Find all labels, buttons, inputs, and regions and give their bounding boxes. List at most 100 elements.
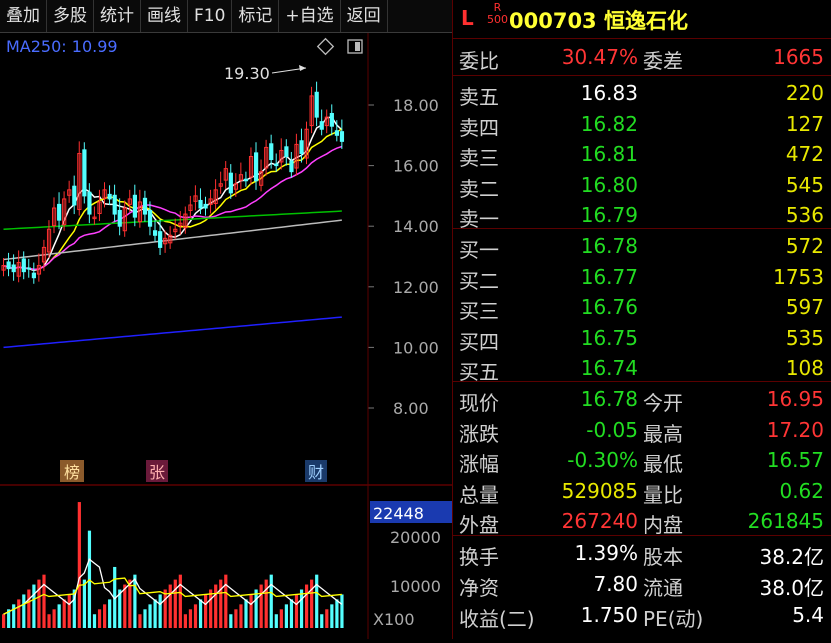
volume-bar — [209, 589, 213, 628]
fund-value: 38.0亿 — [759, 576, 824, 600]
price-tick: 14.00 — [393, 217, 439, 236]
ask-label: 卖五 — [459, 85, 499, 109]
volume-bar — [198, 599, 203, 628]
add-watchlist-button[interactable]: +自选 — [279, 0, 341, 32]
r-tag-sub: 500 — [487, 13, 508, 26]
statistics-button[interactable]: 统计 — [94, 0, 141, 32]
ma250-line — [3, 316, 342, 349]
stat-label: 今开 — [643, 391, 683, 415]
fund-row: 净资 7.80 流通 38.0亿 — [453, 569, 831, 600]
ask-volume: 545 — [785, 172, 824, 197]
stat-row: 现价 16.78 今开 16.95 — [453, 384, 831, 415]
volume-bar — [178, 574, 182, 628]
stat-label: 最低 — [643, 452, 683, 476]
candle-body — [82, 149, 87, 197]
stat-label: 现价 — [459, 391, 499, 415]
stat-row: 总量 529085 量比 0.62 — [453, 476, 831, 507]
candle-body — [11, 264, 16, 273]
stat-label: 最高 — [643, 421, 683, 446]
stock-code[interactable]: 000703 — [509, 9, 597, 33]
volume-bar — [143, 609, 147, 628]
volume-bar — [108, 599, 112, 628]
volume-bar — [62, 599, 66, 628]
volume-bar — [289, 599, 294, 628]
candle-body — [254, 152, 259, 182]
ask-row: 卖四 16.82 127 — [453, 109, 831, 140]
candle-body — [147, 209, 153, 227]
stat-value: 17.20 — [766, 417, 824, 442]
diamond-icon[interactable] — [316, 37, 335, 56]
back-button[interactable]: 返回 — [341, 0, 388, 32]
price-tick: 18.00 — [393, 96, 439, 115]
candle-body — [329, 112, 334, 127]
stat-value: 267240 — [561, 509, 638, 533]
stock-header: L R 500 000703 恒逸石化 — [453, 0, 831, 39]
volume-bar — [254, 589, 258, 628]
bid-label: 买三 — [459, 299, 499, 323]
divider — [453, 535, 831, 536]
volume-bar — [204, 594, 208, 628]
volume-value: 22448 — [373, 504, 424, 523]
f10-button[interactable]: F10 — [188, 0, 233, 32]
fund-value: 38.2亿 — [759, 545, 824, 569]
overlay-button[interactable]: 叠加 — [0, 0, 47, 32]
draw-line-button[interactable]: 画线 — [141, 0, 188, 32]
weibi-label: 委比 — [459, 49, 499, 73]
volume-bar — [12, 604, 16, 628]
stat-value: 261845 — [747, 509, 824, 533]
bid-label: 买一 — [459, 238, 499, 262]
stat-value: -0.30% — [567, 448, 638, 472]
finance-marker[interactable]: 财 — [308, 463, 324, 482]
volume-bar — [325, 609, 329, 628]
candle-body — [339, 131, 345, 142]
volume-bar — [148, 604, 152, 628]
kline-chart-area[interactable]: MA250: 10.99 19.30 18.00 16.00 14.00 12.00 1… — [0, 33, 452, 639]
divider — [453, 228, 831, 229]
volume-bar — [158, 594, 162, 628]
volume-bar — [103, 604, 107, 628]
ask-volume: 220 — [785, 81, 824, 105]
volume-bar — [279, 609, 283, 628]
settings-icons[interactable] — [316, 37, 363, 56]
candle-body — [21, 258, 26, 273]
stock-code-name[interactable]: 000703 恒逸石化 — [509, 5, 688, 35]
event-markers[interactable]: 榜 张 财 — [60, 460, 327, 482]
volume-tick-10000: 10000 — [390, 577, 441, 596]
volume-bar — [128, 579, 132, 628]
volume-bar — [264, 579, 268, 628]
bid-volume: 535 — [785, 325, 824, 350]
candle-body — [57, 203, 62, 221]
candle-body — [158, 231, 163, 248]
volume-bar — [183, 614, 187, 628]
fund-value: 7.80 — [593, 572, 638, 596]
volume-bar — [67, 594, 71, 628]
volume-bar — [42, 574, 46, 628]
candle-body — [107, 193, 112, 200]
fund-label: 换手 — [459, 545, 499, 569]
candle-body — [289, 160, 294, 173]
candle-body — [142, 197, 148, 215]
weibi-value: 30.47% — [561, 45, 638, 69]
volume-bar — [92, 614, 97, 628]
volume-bar — [305, 584, 309, 628]
volume-bar — [138, 614, 142, 628]
kline-chart[interactable]: MA250: 10.99 19.30 18.00 16.00 14.00 12.00 1… — [0, 33, 452, 639]
peak-price-label: 19.30 — [224, 64, 270, 83]
mark-button[interactable]: 标记 — [232, 0, 280, 32]
multi-stock-button[interactable]: 多股 — [47, 0, 94, 32]
price-tick: 10.00 — [393, 338, 439, 357]
bid-volume: 108 — [785, 356, 824, 380]
volume-bar — [123, 584, 127, 628]
stat-row: 涨幅 -0.30% 最低 16.57 — [453, 445, 831, 476]
candle-body — [319, 121, 324, 130]
list-marker[interactable]: 榜 — [64, 463, 80, 482]
stock-name[interactable]: 恒逸石化 — [604, 9, 688, 33]
divider — [453, 75, 831, 76]
candle-body — [334, 130, 339, 136]
weicha-value: 1665 — [773, 45, 824, 69]
volume-bar — [294, 594, 299, 628]
volume-bar — [47, 614, 51, 628]
volume-bar — [32, 584, 36, 628]
stat-value: 529085 — [561, 478, 638, 503]
limit-marker[interactable]: 张 — [149, 463, 165, 482]
